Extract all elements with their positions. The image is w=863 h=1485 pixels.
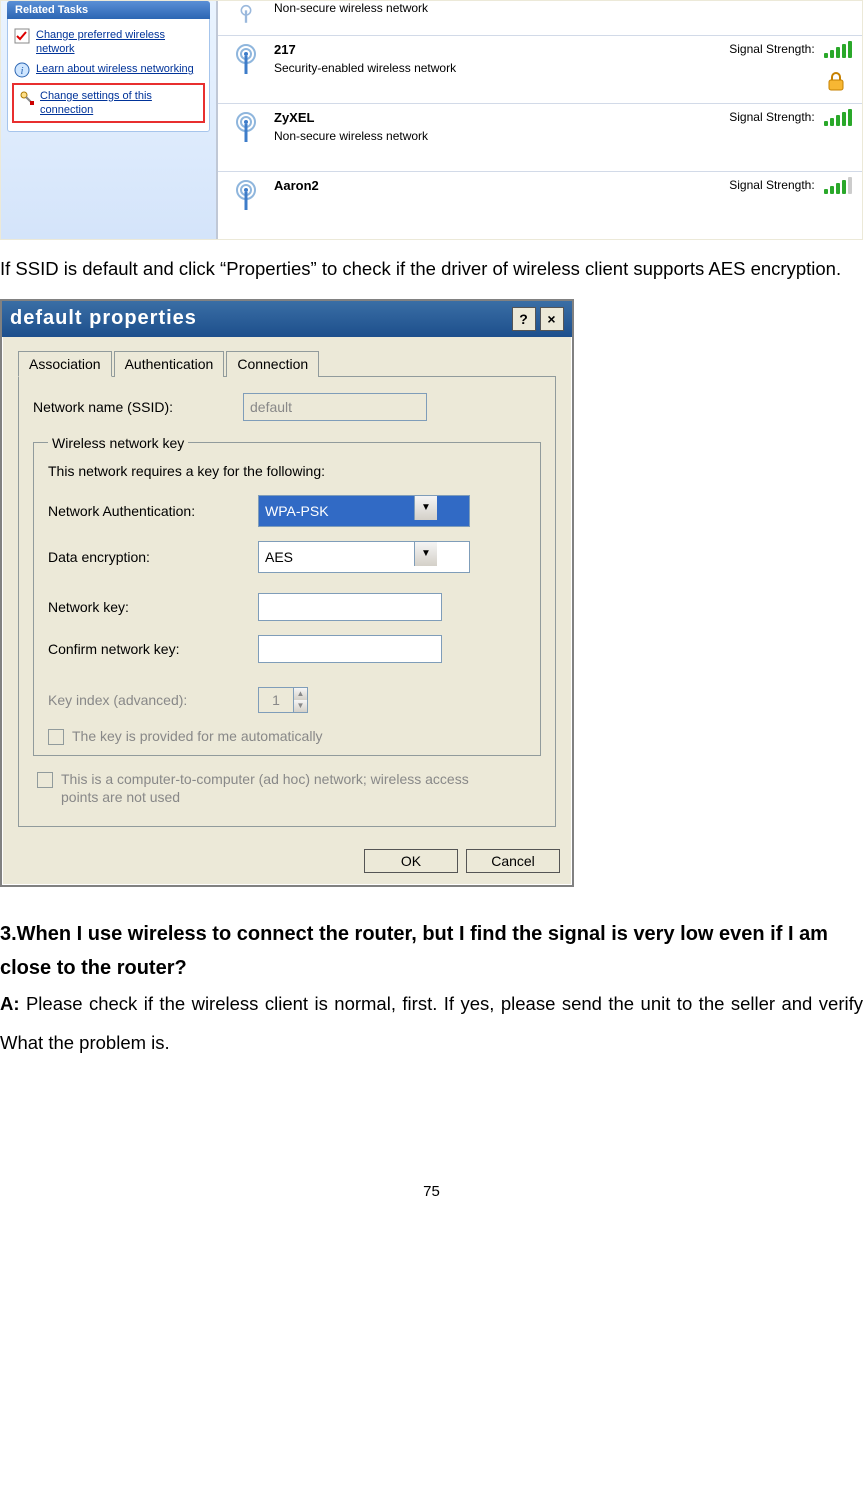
network-desc: Security-enabled wireless network [274, 61, 692, 75]
info-icon: i [14, 62, 30, 78]
network-settings-icon [18, 89, 34, 105]
related-tasks-group: Related Tasks Change preferred wireless … [7, 1, 210, 132]
signal-strength-label: Signal Strength: [729, 42, 814, 56]
adhoc-checkbox [37, 772, 53, 788]
chevron-up-icon: ▲ [293, 688, 307, 700]
tab-association[interactable]: Association [18, 351, 112, 377]
key-index-value [259, 688, 293, 712]
wireless-antenna-icon [228, 42, 264, 78]
network-name: Aaron2 [274, 178, 692, 193]
key-index-label: Key index (advanced): [48, 692, 248, 708]
properties-dialog: default properties ? × Association Authe… [0, 299, 574, 887]
auth-select-value[interactable] [258, 495, 470, 527]
question-3-answer: A: Please check if the wireless client i… [0, 985, 863, 1063]
sidebar-item-learn[interactable]: i Learn about wireless networking [8, 59, 209, 81]
network-item[interactable]: ZyXEL Non-secure wireless network Signal… [218, 104, 862, 172]
wireless-key-note: This network requires a key for the foll… [48, 463, 526, 479]
key-index-stepper: ▲▼ [258, 687, 308, 713]
enc-label: Data encryption: [48, 549, 248, 565]
wireless-key-legend: Wireless network key [48, 435, 188, 451]
network-name: ZyXEL [274, 110, 692, 125]
signal-strength-label: Signal Strength: [729, 178, 814, 192]
lock-icon [825, 70, 847, 92]
close-button[interactable]: × [540, 307, 564, 331]
ssid-input [243, 393, 427, 421]
wireless-key-group: Wireless network key This network requir… [33, 435, 541, 756]
auth-label: Network Authentication: [48, 503, 248, 519]
checklist-icon [14, 28, 30, 44]
sidebar-item-change-preferred[interactable]: Change preferred wireless network [8, 25, 209, 59]
related-tasks-sidebar: Related Tasks Change preferred wireless … [1, 1, 216, 239]
signal-bars-icon [824, 110, 852, 126]
answer-text: Please check if the wireless client is n… [0, 993, 863, 1053]
network-item[interactable]: Aaron2 Signal Strength: [218, 172, 862, 239]
tab-strip: Association Authentication Connection [18, 351, 556, 377]
network-item[interactable]: Non-secure wireless network [218, 1, 862, 36]
wireless-antenna-icon [228, 110, 264, 146]
sidebar-link-text[interactable]: Change settings of this connection [40, 89, 199, 117]
dialog-body: Association Authentication Connection Ne… [2, 337, 572, 839]
enc-select-value[interactable] [258, 541, 470, 573]
paragraph-1: If SSID is default and click “Properties… [0, 240, 863, 299]
auto-key-checkbox [48, 729, 64, 745]
adhoc-label: This is a computer-to-computer (ad hoc) … [61, 770, 491, 806]
ok-button[interactable]: OK [364, 849, 458, 873]
auto-key-checkbox-row: The key is provided for me automatically [48, 727, 526, 745]
network-list: Non-secure wireless network 217 Security… [216, 1, 862, 239]
auth-select[interactable]: ▼ [258, 495, 438, 527]
signal-bars-icon [824, 42, 852, 58]
help-button[interactable]: ? [512, 307, 536, 331]
tab-authentication[interactable]: Authentication [114, 351, 225, 377]
sidebar-item-change-settings[interactable]: Change settings of this connection [12, 83, 205, 123]
enc-select[interactable]: ▼ [258, 541, 438, 573]
cancel-button[interactable]: Cancel [466, 849, 560, 873]
wireless-networks-window: Related Tasks Change preferred wireless … [0, 0, 863, 240]
tab-pane-association: Network name (SSID): Wireless network ke… [18, 376, 556, 827]
auto-key-label: The key is provided for me automatically [72, 727, 323, 745]
network-desc: Non-secure wireless network [274, 1, 852, 15]
sidebar-link-text[interactable]: Learn about wireless networking [36, 62, 194, 76]
signal-bars-icon [824, 178, 852, 194]
confirm-key-label: Confirm network key: [48, 641, 248, 657]
network-desc: Non-secure wireless network [274, 129, 692, 143]
dialog-titlebar: default properties ? × [2, 301, 572, 337]
question-3-heading: 3.When I use wireless to connect the rou… [0, 917, 863, 985]
wireless-antenna-icon [228, 1, 264, 29]
wireless-antenna-icon [228, 178, 264, 214]
network-key-label: Network key: [48, 599, 248, 615]
network-item[interactable]: 217 Security-enabled wireless network Si… [218, 36, 862, 104]
tab-connection[interactable]: Connection [226, 351, 319, 377]
related-tasks-title: Related Tasks [7, 1, 210, 19]
answer-prefix: A: [0, 993, 26, 1014]
network-name: 217 [274, 42, 692, 57]
adhoc-checkbox-row: This is a computer-to-computer (ad hoc) … [33, 770, 541, 812]
sidebar-link-text[interactable]: Change preferred wireless network [36, 28, 203, 56]
ssid-label: Network name (SSID): [33, 399, 233, 415]
chevron-down-icon: ▼ [293, 700, 307, 712]
confirm-key-input[interactable] [258, 635, 442, 663]
signal-strength-label: Signal Strength: [729, 110, 814, 124]
svg-text:i: i [20, 65, 23, 77]
dialog-button-bar: OK Cancel [2, 839, 572, 885]
page-number: 75 [0, 1183, 863, 1200]
network-key-input[interactable] [258, 593, 442, 621]
dialog-title: default properties [10, 307, 197, 330]
